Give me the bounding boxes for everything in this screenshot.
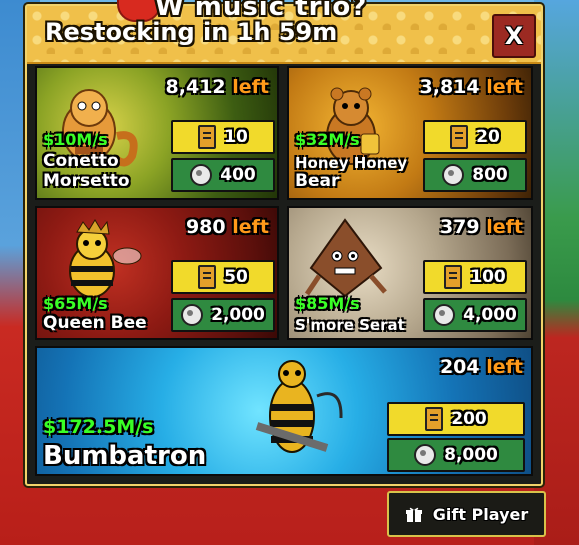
income-rate: $10M/s	[43, 130, 108, 149]
shop-item-bumbatron[interactable]: 204 left $172.5M/s Bumbatron 200 8,000	[35, 346, 533, 476]
ticket-icon	[198, 125, 217, 149]
coin-price: 4,000	[463, 305, 517, 325]
game-scene: W music trio? Restocking in 1h 59m X 8,4…	[0, 0, 579, 545]
coin-icon	[414, 444, 437, 466]
buy-with-tickets-button[interactable]: 200	[387, 402, 525, 436]
ticket-price: 100	[470, 267, 506, 287]
buy-with-tickets-button[interactable]: 10	[171, 120, 275, 154]
pet-name-line-1: Conetto	[43, 151, 119, 171]
stock-counter: 980 left	[186, 216, 269, 238]
income-rate: $65M/s	[43, 294, 108, 313]
stock-counter: 379 left	[440, 216, 523, 238]
pet-name-line-1: S'more Serat	[295, 316, 405, 334]
coin-icon	[190, 164, 213, 186]
stock-counter: 3,814 left	[420, 76, 523, 98]
ticket-price: 200	[451, 409, 487, 429]
stock-count: 3,814	[419, 76, 480, 98]
shop-header: W music trio? Restocking in 1h 59m X	[27, 0, 541, 64]
shop-item-smore-serat[interactable]: 379 left $85M/s S'more Serat 100 4,000	[287, 206, 533, 340]
coin-icon	[181, 304, 204, 326]
gift-player-label: Gift Player	[432, 504, 529, 524]
buy-with-coins-button[interactable]: 4,000	[423, 298, 527, 332]
ticket-icon	[444, 265, 463, 289]
ticket-price: 20	[476, 127, 500, 147]
buy-with-tickets-button[interactable]: 100	[423, 260, 527, 294]
stock-count: 204	[439, 356, 480, 378]
ticket-price: 50	[224, 267, 248, 287]
shop-item-conetto-morsetto[interactable]: 8,412 left $10M/s Conetto Morsetto 10 40…	[35, 66, 279, 200]
pet-name-line-1: Bumbatron	[43, 441, 207, 471]
gift-player-button[interactable]: Gift Player	[387, 491, 546, 537]
stock-counter: 8,412 left	[166, 76, 269, 98]
stock-suffix: left	[486, 356, 523, 378]
buy-with-tickets-button[interactable]: 50	[171, 260, 275, 294]
coin-price: 800	[472, 165, 508, 185]
buy-with-coins-button[interactable]: 2,000	[171, 298, 275, 332]
stock-counter: 204 left	[440, 356, 523, 378]
coin-price: 2,000	[211, 305, 265, 325]
coin-price: 400	[220, 165, 256, 185]
stock-count: 980	[185, 216, 226, 238]
gift-icon	[405, 507, 422, 522]
ticket-icon	[425, 407, 444, 431]
coin-price: 8,000	[444, 445, 498, 465]
close-icon: X	[504, 22, 524, 50]
coin-icon	[433, 304, 456, 326]
close-button[interactable]: X	[492, 14, 536, 58]
ticket-price: 10	[224, 127, 248, 147]
stock-count: 379	[439, 216, 480, 238]
pet-name-line-2: Bear	[295, 171, 340, 191]
shop-item-honey-honey-bear[interactable]: 3,814 left $32M/s Honey Honey Bear 20 80…	[287, 66, 533, 200]
stock-count: 8,412	[165, 76, 226, 98]
buy-with-coins-button[interactable]: 400	[171, 158, 275, 192]
pet-name-line-1: Honey Honey	[295, 154, 408, 172]
shop-panel: W music trio? Restocking in 1h 59m X 8,4…	[25, 0, 543, 486]
shop-item-queen-bee[interactable]: 980 left $65M/s Queen Bee 50 2,000	[35, 206, 279, 340]
shop-title: W music trio?	[155, 0, 368, 22]
income-rate: $32M/s	[295, 130, 360, 149]
income-rate: $172.5M/s	[43, 416, 154, 438]
stock-suffix: left	[232, 76, 269, 98]
income-rate: $85M/s	[295, 294, 360, 313]
ticket-icon	[450, 125, 469, 149]
ticket-icon	[198, 265, 217, 289]
buy-with-coins-button[interactable]: 8,000	[387, 438, 525, 472]
pet-name-line-1: Queen Bee	[43, 313, 147, 333]
buy-with-tickets-button[interactable]: 20	[423, 120, 527, 154]
stock-suffix: left	[232, 216, 269, 238]
buy-with-coins-button[interactable]: 800	[423, 158, 527, 192]
coin-icon	[442, 164, 465, 186]
bumbatron-pet-image	[255, 360, 343, 453]
pet-name-line-2: Morsetto	[43, 171, 130, 191]
restock-timer: Restocking in 1h 59m	[45, 18, 338, 46]
stock-suffix: left	[486, 216, 523, 238]
stock-suffix: left	[486, 76, 523, 98]
